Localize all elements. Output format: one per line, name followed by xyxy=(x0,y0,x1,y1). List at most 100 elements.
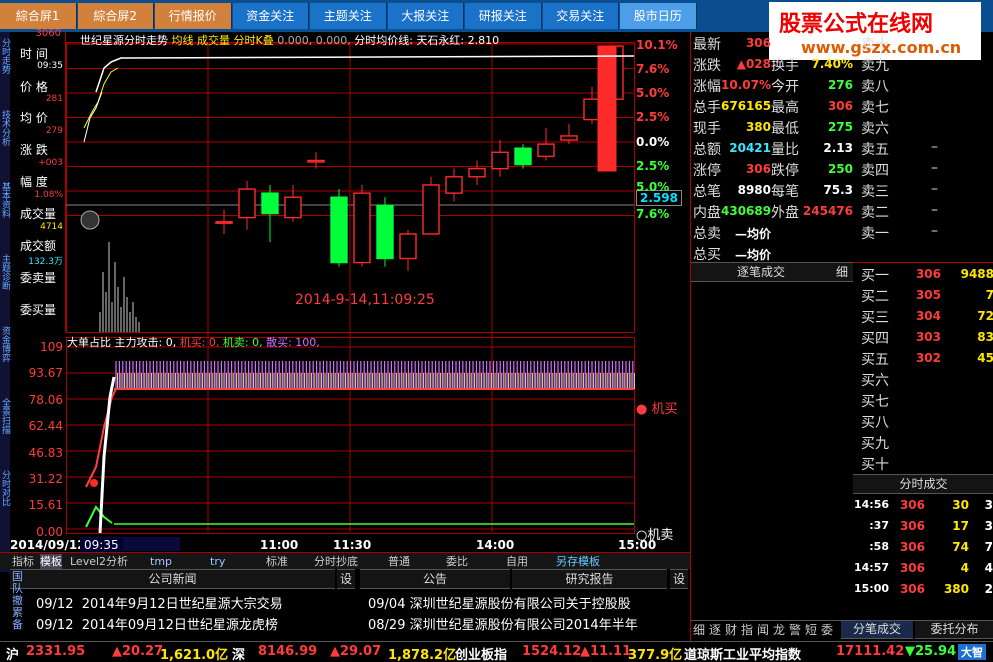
announcement-header[interactable]: 公告 xyxy=(360,569,510,589)
buy-level-volume: 9488 xyxy=(960,267,993,281)
quote-label: 内盘 xyxy=(693,205,721,221)
buy-level-label: 买五 xyxy=(861,352,889,368)
legend-jimai: ● 机买 xyxy=(636,402,678,417)
x-tick: 14:00 xyxy=(476,538,515,552)
sell-level-label: 卖八 xyxy=(861,79,889,95)
right-bottom-tab[interactable]: 委 xyxy=(821,621,833,638)
indicator-tab[interactable]: 另存模板 xyxy=(556,554,600,569)
indicator-tab[interactable]: Level2分析 xyxy=(70,554,128,569)
right-bottom-tab[interactable]: 财 xyxy=(725,621,737,638)
trade-price: 306 xyxy=(899,519,925,533)
top-tab-2[interactable]: 行情报价 xyxy=(155,3,232,29)
ticker-cy-label: 创业板指 xyxy=(455,648,508,662)
quote-value: 20421 xyxy=(729,141,771,155)
quote-label: 最低 xyxy=(771,121,799,137)
announcement-item[interactable]: 08/29 深圳世纪星源股份有限公司2014年半年 xyxy=(368,614,683,633)
buy-level-label: 买八 xyxy=(861,415,889,431)
brand-badge[interactable]: 大智 xyxy=(958,644,986,660)
report-settings-button[interactable]: 设 xyxy=(670,569,688,589)
top-tab-8[interactable]: 股市日历 xyxy=(620,3,697,29)
trades-header[interactable]: 逐笔成交 xyxy=(691,262,831,282)
sub-tick: 78.06 xyxy=(28,392,63,407)
chart-title-avg: 分时均价线: 天石永红: 2.810 xyxy=(354,34,500,47)
right-bottom-tab[interactable]: 龙 xyxy=(773,621,785,638)
trade-volume: 74 xyxy=(952,540,969,554)
trade-price: 306 xyxy=(899,582,925,596)
research-report-header[interactable]: 研究报告 xyxy=(512,569,667,589)
quote-panel: 最新 306 涨跌 ▲028 换手 7.40% 涨幅 10.07% 今开 276 总手 676165 最… xyxy=(690,32,993,662)
indicator-tab[interactable]: 自用 xyxy=(506,554,528,569)
top-tab-4[interactable]: 主题关注 xyxy=(310,3,387,29)
quote-value: 8980 xyxy=(737,183,771,197)
left-strip-item-6[interactable]: 分时对比 xyxy=(0,470,10,536)
quote-value: 245476 xyxy=(802,204,853,218)
right-bottom-tab[interactable]: 警 xyxy=(789,621,801,638)
detail-button[interactable]: 细 xyxy=(831,262,853,282)
pct-tick: 2.5% xyxy=(636,110,670,124)
quote-value: 10.07% xyxy=(721,78,771,92)
candle-body xyxy=(261,192,279,215)
news-text: 深圳世纪星源股份有限公司2014年半年 xyxy=(409,618,638,633)
buy-level-label: 买六 xyxy=(861,373,889,389)
news-date: 09/12 xyxy=(36,618,74,633)
indicator-tab[interactable]: 分时抄底 xyxy=(314,554,358,569)
candle-body xyxy=(399,233,417,260)
right-bottom-tab[interactable]: 逐 xyxy=(709,621,721,638)
indicator-tab[interactable]: tmp xyxy=(150,554,172,569)
index-ticker: 沪 2331.95 ▲20.27 1,621.0亿 深 8146.99 ▲29.… xyxy=(0,641,993,662)
indicator-tab[interactable]: 指标 xyxy=(12,554,34,569)
fenshi-header[interactable]: 分时成交 xyxy=(853,474,993,494)
pct-tick: 10.1% xyxy=(636,38,678,52)
right-bottom-tab[interactable]: 细 xyxy=(693,621,705,638)
sell-level-label: 卖七 xyxy=(861,100,889,116)
news-settings-button[interactable]: 设 xyxy=(337,569,355,589)
sell-level-label: 卖一 xyxy=(861,226,889,242)
quote-label: 今开 xyxy=(771,79,799,95)
company-news-header[interactable]: 公司新闻 xyxy=(10,569,335,589)
trade-time: 15:00 xyxy=(853,582,889,595)
quote-label: 总额 xyxy=(693,142,721,158)
sell-level-label: 卖四 xyxy=(861,163,889,179)
left-strip-item-5[interactable]: 全景扫描 xyxy=(0,398,10,464)
top-tab-0[interactable]: 綜合屏1 xyxy=(0,3,77,29)
candle-body xyxy=(468,167,486,178)
right-bottom-tab[interactable]: 闻 xyxy=(757,621,769,638)
announcement-item[interactable]: 09/04 深圳世纪星源股份有限公司关于控股股 xyxy=(368,593,683,612)
top-tab-3[interactable]: 资金关注 xyxy=(232,3,309,29)
top-tab-1[interactable]: 綜合屏2 xyxy=(77,3,154,29)
right-bottom-tab[interactable]: 短 xyxy=(805,621,817,638)
indicator-tab[interactable]: 普通 xyxy=(388,554,410,569)
indicator-tab[interactable]: 委比 xyxy=(446,554,468,569)
news-panel: 公司新闻 设 公告 研究报告 设 国队撤累备 09/12 2014年9月12日世… xyxy=(0,569,690,641)
quote-value: 306 xyxy=(745,162,771,176)
ticker-cy-value: 1524.12 xyxy=(522,644,582,659)
buy-level-label: 买三 xyxy=(861,310,889,326)
quote-label: 最新 xyxy=(693,37,721,53)
quote-label: 现手 xyxy=(693,121,721,137)
weituo-button[interactable]: 委托分布 xyxy=(915,620,993,639)
buy-level-label: 买九 xyxy=(861,436,889,452)
quote-value: 75.3 xyxy=(823,183,853,197)
buy-level-price: 304 xyxy=(915,309,941,323)
left-strip-item-4[interactable]: 资金博弈 xyxy=(0,326,10,392)
news-item[interactable]: 09/12 2014年9月12日世纪星源大宗交易 xyxy=(36,593,283,612)
news-side-tabs[interactable]: 国队撤累备 xyxy=(12,571,24,631)
quote-value: 380 xyxy=(745,120,771,134)
quote-label: 涨跌 xyxy=(693,58,721,74)
buy-level-price: 302 xyxy=(915,351,941,365)
fenbi-button[interactable]: 分笔成交 xyxy=(841,620,913,639)
candle-body xyxy=(560,135,578,141)
indicator-tab[interactable]: 模板 xyxy=(40,554,62,569)
top-tab-7[interactable]: 交易关注 xyxy=(542,3,619,29)
sub-tick: 109 xyxy=(40,340,63,354)
right-bottom-tab[interactable]: 指 xyxy=(741,621,753,638)
indicator-tab[interactable]: 标准 xyxy=(266,554,288,569)
news-item[interactable]: 09/12 2014年09月12日世纪星源龙虎榜 xyxy=(36,614,278,633)
quote-value: 306 xyxy=(827,99,853,113)
chart-title-menu[interactable]: 均线 成交量 分时K叠 xyxy=(172,34,274,47)
jimai-dot xyxy=(90,479,98,487)
top-tab-6[interactable]: 研报关注 xyxy=(465,3,542,29)
top-tab-5[interactable]: 大报关注 xyxy=(387,3,464,29)
candle-body xyxy=(238,188,256,219)
indicator-tab[interactable]: try xyxy=(210,554,225,569)
